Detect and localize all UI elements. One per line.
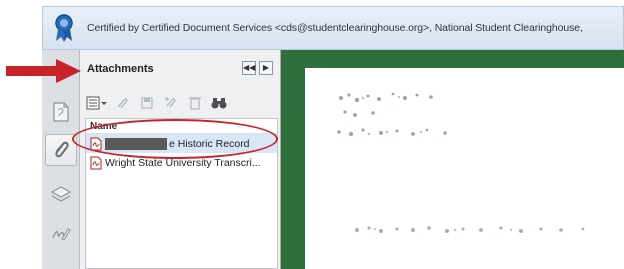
delete-attachment-button[interactable] (184, 93, 206, 113)
layers-icon (50, 186, 72, 202)
illegible-text-line (355, 226, 585, 234)
list-options-icon (86, 96, 107, 110)
certificate-ribbon-icon (55, 14, 73, 42)
add-attachment-icon (165, 97, 176, 108)
collapse-panel-button[interactable]: ◀◀ (242, 61, 256, 75)
paperclip-icon (55, 141, 69, 158)
signature-icon (52, 228, 71, 241)
options-menu-button[interactable] (84, 93, 110, 113)
double-chevron-left-icon: ◀◀ (243, 63, 256, 72)
signatures-button[interactable] (45, 218, 77, 250)
panel-options-button[interactable]: ▶ (259, 61, 273, 75)
certification-text: Certified by Certified Document Services… (87, 22, 583, 34)
illegible-text-block (337, 92, 447, 137)
document-page (305, 68, 624, 269)
search-attachments-button[interactable] (208, 93, 230, 113)
page-thumbnails-button[interactable] (45, 96, 77, 128)
save-attachment-button[interactable] (136, 93, 158, 113)
page-icon (53, 102, 69, 122)
open-attachment-icon (117, 98, 128, 109)
annotation-arrow-icon (6, 59, 81, 83)
attachments-toolbar (84, 92, 277, 114)
pdf-file-icon (90, 156, 102, 169)
layers-button[interactable] (45, 178, 77, 210)
chevron-right-icon: ▶ (262, 63, 270, 72)
attachments-panel-header: Attachments ◀◀ ▶ (80, 59, 281, 79)
certification-banner: Certified by Certified Document Services… (42, 6, 624, 50)
save-attachment-icon (141, 97, 153, 109)
binoculars-icon (211, 98, 227, 109)
open-attachment-button[interactable] (112, 93, 134, 113)
add-attachment-button[interactable] (160, 93, 182, 113)
annotation-ellipse (72, 119, 278, 159)
attachments-panel-title: Attachments (87, 63, 154, 75)
document-viewer[interactable] (281, 50, 624, 269)
attachments-panel: Attachments ◀◀ ▶ Name e Historic Record … (80, 50, 281, 269)
trash-icon (189, 97, 201, 110)
